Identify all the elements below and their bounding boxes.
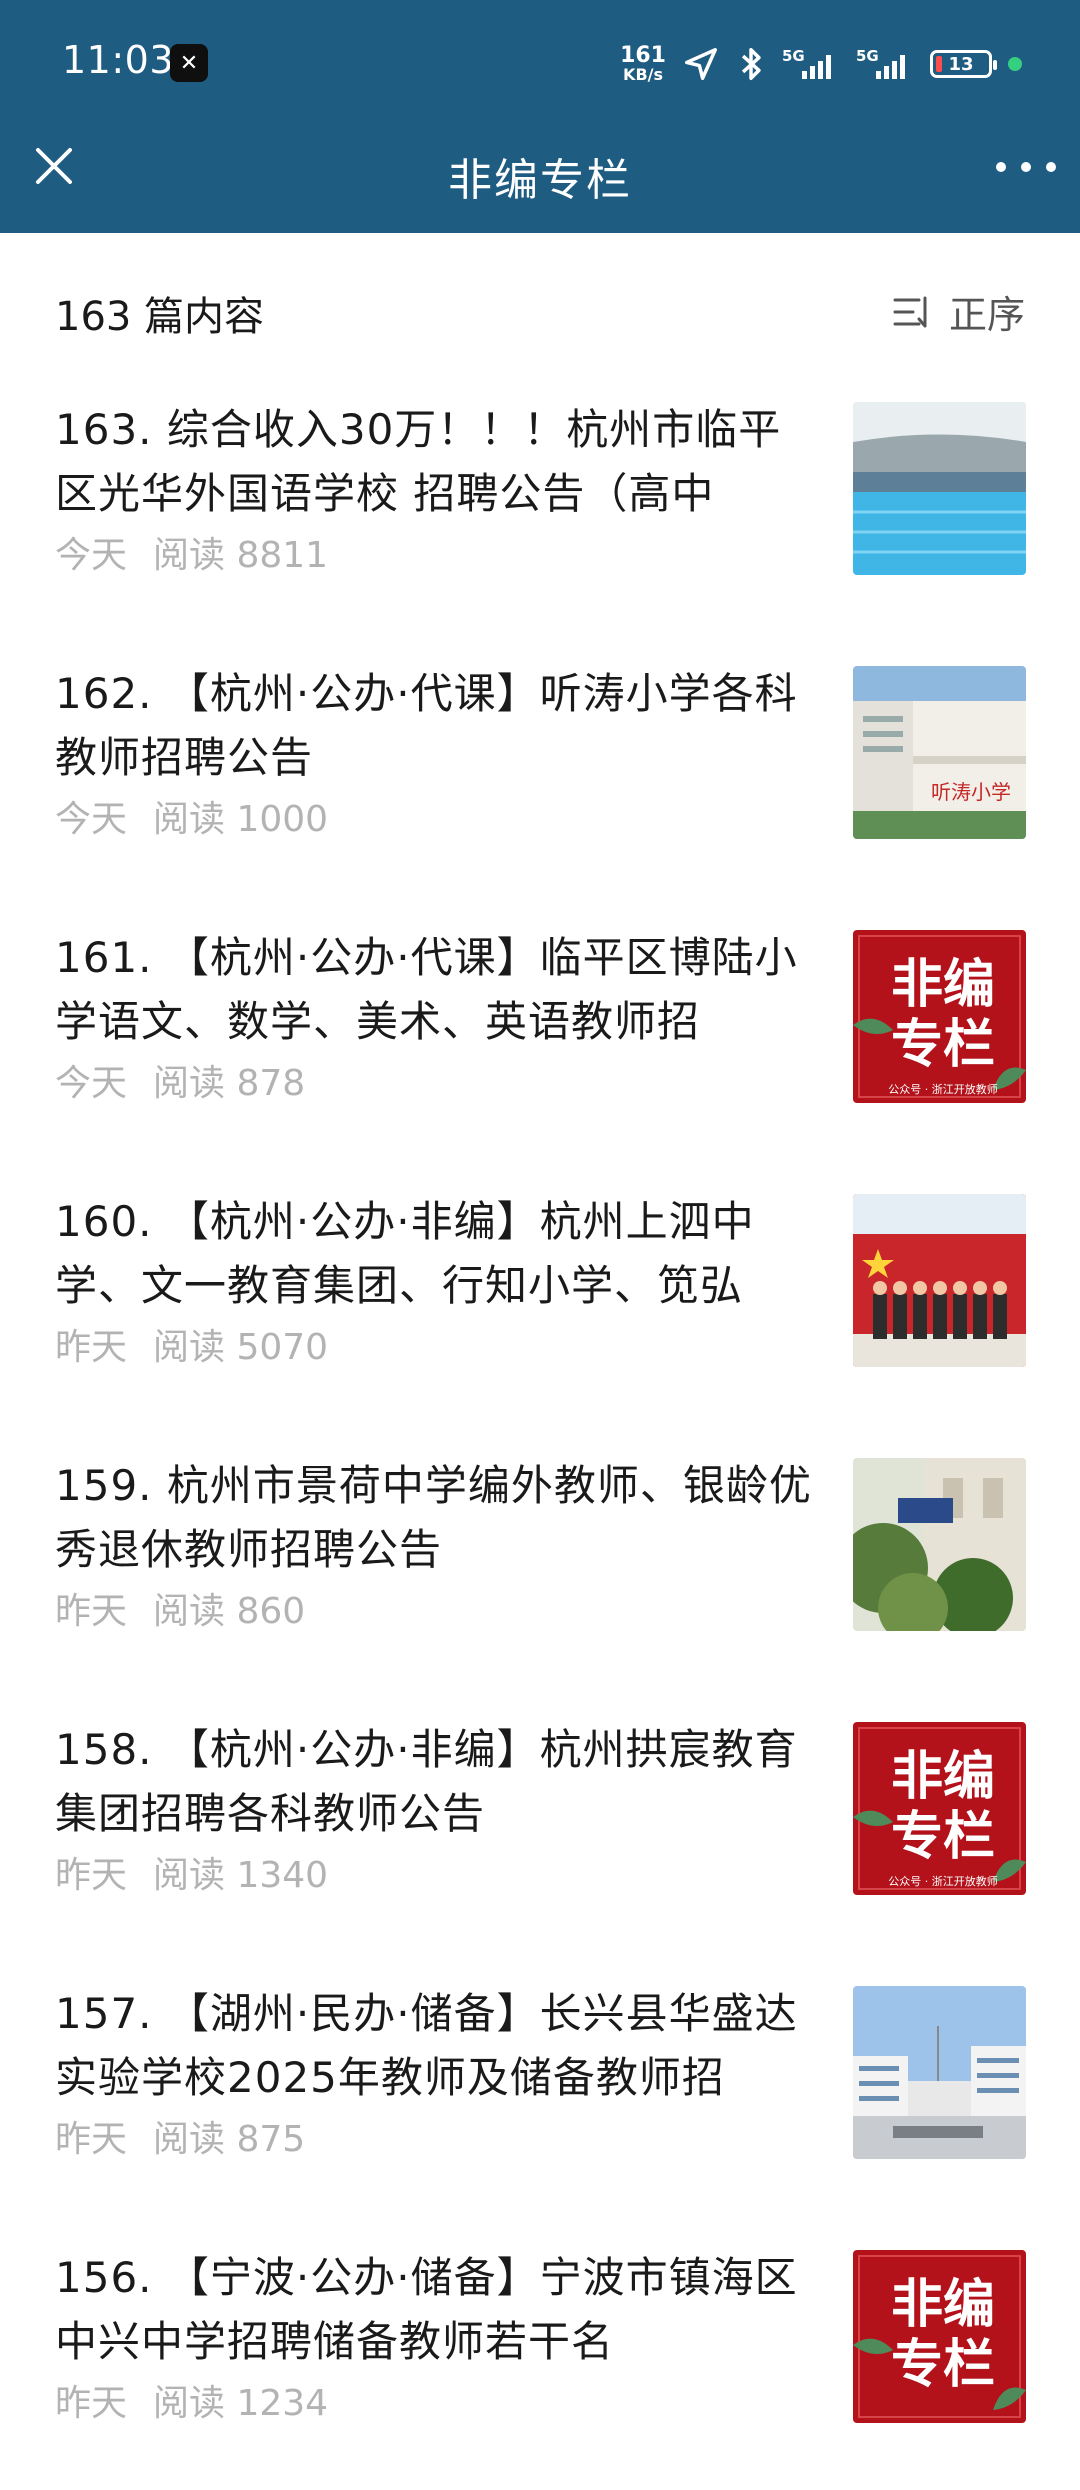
article-meta: 昨天 阅读 5070 [55, 1318, 328, 1370]
svg-text:专栏: 专栏 [891, 2335, 995, 2395]
article-date: 昨天 [55, 1855, 128, 1896]
list-summary: 163 篇内容 正序 [55, 278, 1025, 340]
article-item[interactable]: 163. 综合收入30万！！！杭州市临平区光华外国语学校 招聘公告（高中 今天 … [0, 378, 1080, 642]
article-reads: 阅读 5070 [153, 1327, 329, 1368]
svg-text:非编: 非编 [891, 2275, 995, 2335]
sort-icon [893, 296, 927, 327]
article-reads: 阅读 1234 [153, 2383, 329, 2424]
article-date: 昨天 [55, 2119, 128, 2160]
column-cover-image: 非编 专栏 公众号 · 浙江开放教师 [853, 1722, 1026, 1895]
network-speed: 161 KB/s [620, 45, 666, 83]
article-title: 159. 杭州市景荷中学编外教师、银龄优秀退休教师招聘公告 [55, 1461, 812, 1574]
article-date: 昨天 [55, 1591, 128, 1632]
svg-text:听涛小学: 听涛小学 [931, 780, 1011, 804]
article-item[interactable]: 162. 【杭州·公办·代课】听涛小学各科教师招聘公告 今天 阅读 1000 听… [0, 642, 1080, 906]
article-reads: 阅读 1000 [153, 799, 329, 840]
article-reads: 阅读 878 [153, 1063, 306, 1104]
article-thumbnail [853, 402, 1026, 575]
article-meta: 今天 阅读 1000 [55, 790, 328, 842]
article-item[interactable]: 160. 【杭州·公办·非编】杭州上泗中学、文一教育集团、行知小学、笕弘 昨天 … [0, 1170, 1080, 1434]
article-reads: 阅读 1340 [153, 1855, 329, 1896]
status-bar: 11:03 ✕ 161 KB/s 5G 5G 13 [0, 0, 1080, 120]
top-bar: 11:03 ✕ 161 KB/s 5G 5G 13 非编专栏 [0, 0, 1080, 233]
article-item[interactable]: 156. 【宁波·公办·储备】宁波市镇海区中兴中学招聘储备教师若干名 昨天 阅读… [0, 2226, 1080, 2490]
svg-text:专栏: 专栏 [891, 1807, 995, 1867]
status-time: 11:03 [62, 38, 175, 82]
article-date: 今天 [55, 535, 128, 576]
more-dot-icon [1046, 162, 1056, 172]
article-date: 昨天 [55, 2383, 128, 2424]
article-meta: 昨天 阅读 1234 [55, 2374, 328, 2426]
article-meta: 今天 阅读 8811 [55, 526, 328, 578]
cell-signal-1-icon: 5G [782, 47, 840, 81]
svg-text:公众号 · 浙江开放教师: 公众号 · 浙江开放教师 [888, 1082, 998, 1096]
article-count: 163 篇内容 [55, 294, 265, 340]
svg-text:非编: 非编 [891, 955, 995, 1015]
article-title: 163. 综合收入30万！！！杭州市临平区光华外国语学校 招聘公告（高中 [55, 405, 782, 518]
article-title: 156. 【宁波·公办·储备】宁波市镇海区中兴中学招聘储备教师若干名 [55, 2253, 798, 2366]
battery-icon: 13 [930, 50, 997, 78]
school-building-image: 听涛小学 [853, 666, 1026, 839]
group-photo-image [853, 1194, 1026, 1367]
more-dot-icon [1021, 162, 1031, 172]
nav-bar: 非编专栏 [0, 120, 1080, 233]
article-meta: 昨天 阅读 1340 [55, 1846, 328, 1898]
cell-signal-2-icon: 5G [856, 47, 914, 81]
article-meta: 今天 阅读 878 [55, 1054, 305, 1106]
network-speed-unit: KB/s [623, 65, 664, 84]
article-title: 158. 【杭州·公办·非编】杭州拱宸教育集团招聘各科教师公告 [55, 1725, 798, 1838]
column-cover-image: 非编 专栏 公众号 · 浙江开放教师 [853, 930, 1026, 1103]
sort-toggle[interactable]: 正序 [891, 284, 1025, 339]
svg-text:公众号 · 浙江开放教师: 公众号 · 浙江开放教师 [888, 1874, 998, 1888]
article-thumbnail [853, 1986, 1026, 2159]
more-dot-icon [996, 162, 1006, 172]
article-item[interactable]: 158. 【杭州·公办·非编】杭州拱宸教育集团招聘各科教师公告 昨天 阅读 13… [0, 1698, 1080, 1962]
article-title: 157. 【湖州·民办·储备】长兴县华盛达实验学校2025年教师及储备教师招 [55, 1989, 798, 2102]
battery-level: 13 [948, 53, 974, 75]
sort-label: 正序 [948, 293, 1025, 337]
article-date: 今天 [55, 1063, 128, 1104]
location-icon [685, 48, 717, 80]
column-cover-image: 非编 专栏 [853, 2250, 1026, 2423]
privacy-dot-icon [1008, 57, 1022, 71]
svg-text:非编: 非编 [891, 1747, 995, 1807]
article-meta: 昨天 阅读 860 [55, 1582, 305, 1634]
article-item[interactable]: 161. 【杭州·公办·代课】临平区博陆小学语文、数学、美术、英语教师招 今天 … [0, 906, 1080, 1170]
article-title: 160. 【杭州·公办·非编】杭州上泗中学、文一教育集团、行知小学、笕弘 [55, 1197, 755, 1310]
article-date: 今天 [55, 799, 128, 840]
article-meta: 昨天 阅读 875 [55, 2110, 305, 2162]
article-reads: 阅读 860 [153, 1591, 306, 1632]
article-title: 162. 【杭州·公办·代课】听涛小学各科教师招聘公告 [55, 669, 798, 782]
article-title: 161. 【杭州·公办·代课】临平区博陆小学语文、数学、美术、英语教师招 [55, 933, 798, 1046]
campus-building-image [853, 1986, 1026, 2159]
article-thumbnail: 听涛小学 [853, 666, 1026, 839]
bluetooth-icon [741, 48, 761, 80]
status-icons: 161 KB/s 5G 5G 13 [620, 40, 1022, 88]
article-thumbnail [853, 1458, 1026, 1631]
page-title: 非编专栏 [448, 155, 632, 206]
article-date: 昨天 [55, 1327, 128, 1368]
article-reads: 阅读 875 [153, 2119, 306, 2160]
article-thumbnail [853, 1194, 1026, 1367]
article-list: 163. 综合收入30万！！！杭州市临平区光华外国语学校 招聘公告（高中 今天 … [0, 378, 1080, 2490]
network-speed-value: 161 [620, 43, 666, 68]
article-item[interactable]: 159. 杭州市景荷中学编外教师、银龄优秀退休教师招聘公告 昨天 阅读 860 [0, 1434, 1080, 1698]
more-options-button[interactable] [996, 150, 1056, 184]
campus-trees-image [853, 1458, 1026, 1631]
article-thumbnail: 非编 专栏 公众号 · 浙江开放教师 [853, 1722, 1026, 1895]
svg-text:专栏: 专栏 [891, 1015, 995, 1075]
article-item[interactable]: 157. 【湖州·民办·储备】长兴县华盛达实验学校2025年教师及储备教师招 昨… [0, 1962, 1080, 2226]
app-notification-icon: ✕ [170, 44, 208, 82]
article-thumbnail: 非编 专栏 公众号 · 浙江开放教师 [853, 930, 1026, 1103]
article-reads: 阅读 8811 [153, 535, 329, 576]
pool-image [853, 402, 1026, 575]
article-thumbnail: 非编 专栏 [853, 2250, 1026, 2423]
